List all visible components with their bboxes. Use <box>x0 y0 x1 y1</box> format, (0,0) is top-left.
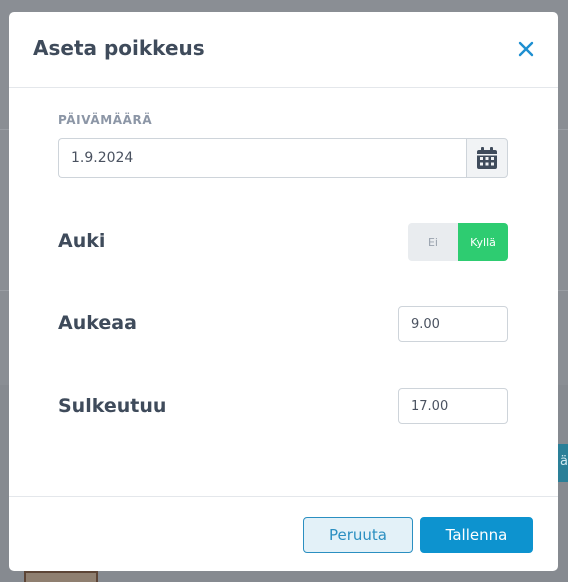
opens-label: Aukeaa <box>58 312 137 334</box>
background-button: ä <box>558 444 568 482</box>
closes-time-input[interactable] <box>398 388 508 424</box>
dialog-footer: Peruuta Tallenna <box>9 496 558 571</box>
toggle-option-no[interactable]: Ei <box>408 223 458 261</box>
calendar-button[interactable] <box>466 138 508 178</box>
exception-dialog: Aseta poikkeus PÄIVÄMÄÄRÄ Auki <box>9 12 558 571</box>
open-label: Auki <box>58 230 106 252</box>
background-image <box>24 571 98 582</box>
cancel-button[interactable]: Peruuta <box>303 517 413 553</box>
dialog-title: Aseta poikkeus <box>33 36 205 60</box>
save-button[interactable]: Tallenna <box>420 517 533 553</box>
date-picker <box>58 138 508 178</box>
dialog-header: Aseta poikkeus <box>9 12 558 88</box>
date-label: PÄIVÄMÄÄRÄ <box>58 113 153 127</box>
opens-time-input[interactable] <box>398 306 508 342</box>
closes-label: Sulkeutuu <box>58 395 167 417</box>
close-icon[interactable] <box>516 39 536 59</box>
open-toggle: Ei Kyllä <box>408 223 508 261</box>
calendar-icon <box>477 147 497 169</box>
toggle-option-yes[interactable]: Kyllä <box>458 223 508 261</box>
date-input[interactable] <box>58 138 466 178</box>
